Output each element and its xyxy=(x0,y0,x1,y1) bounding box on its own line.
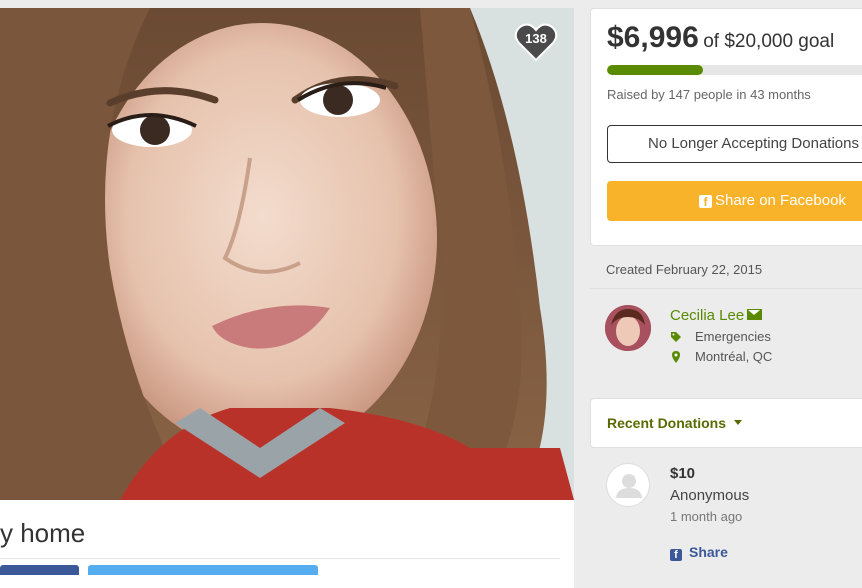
amount-goal: of $20,000 goal xyxy=(703,31,835,52)
recent-donations-toggle[interactable]: Recent Donations xyxy=(607,415,743,431)
campaign-title: y home xyxy=(0,518,86,548)
donation-share-label: Share xyxy=(689,544,728,560)
facebook-icon: f xyxy=(699,195,712,209)
caret-down-icon xyxy=(734,420,743,425)
tag-icon xyxy=(671,332,681,342)
mail-icon[interactable] xyxy=(747,309,763,320)
donation-summary-card: $6,996 of $20,000 goal Raised by 147 peo… xyxy=(590,8,862,246)
donation-time: 1 month ago xyxy=(670,509,743,524)
donor-avatar xyxy=(606,463,650,507)
share-on-facebook-label: Share on Facebook xyxy=(715,192,846,209)
organizer-avatar-art xyxy=(605,305,651,351)
like-count: 138 xyxy=(525,31,547,46)
campaign-card: 138 y home xyxy=(0,8,574,588)
amount-raised: $6,996 xyxy=(607,21,699,54)
no-longer-accepting-button[interactable]: No Longer Accepting Donations xyxy=(607,125,862,163)
campaign-photo[interactable]: 138 xyxy=(0,8,574,500)
recent-donations-label: Recent Donations xyxy=(607,415,727,431)
facebook-icon: f xyxy=(670,549,682,561)
recent-donations-header[interactable]: Recent Donations xyxy=(590,398,862,448)
category-label[interactable]: Emergencies xyxy=(695,329,771,344)
created-date: Created February 22, 2015 xyxy=(606,262,763,277)
donation-share-link[interactable]: f Share xyxy=(670,544,728,561)
organizer-name-link[interactable]: Cecilia Lee xyxy=(670,307,763,324)
location-label: Montréal, QC xyxy=(695,349,773,364)
campaign-title-row: y home xyxy=(0,516,560,559)
divider xyxy=(590,288,862,289)
share-on-facebook-button[interactable]: f Share on Facebook xyxy=(607,181,862,221)
progress-fill xyxy=(607,65,703,75)
funding-amount: $6,996 of $20,000 goal xyxy=(607,21,834,55)
campaign-photo-art xyxy=(0,8,574,500)
twitter-share-strip[interactable] xyxy=(88,565,318,575)
progress-bar xyxy=(607,65,862,75)
location-pin-icon xyxy=(672,351,680,363)
donor-name: Anonymous xyxy=(670,487,750,504)
organizer-name: Cecilia Lee xyxy=(670,307,745,324)
donation-amount: $10 xyxy=(670,465,696,482)
like-button[interactable]: 138 xyxy=(514,22,558,62)
user-placeholder-icon xyxy=(616,474,642,498)
facebook-share-strip[interactable] xyxy=(0,565,79,575)
raised-by-text: Raised by 147 people in 43 months xyxy=(607,87,811,102)
organizer-avatar[interactable] xyxy=(605,305,651,351)
